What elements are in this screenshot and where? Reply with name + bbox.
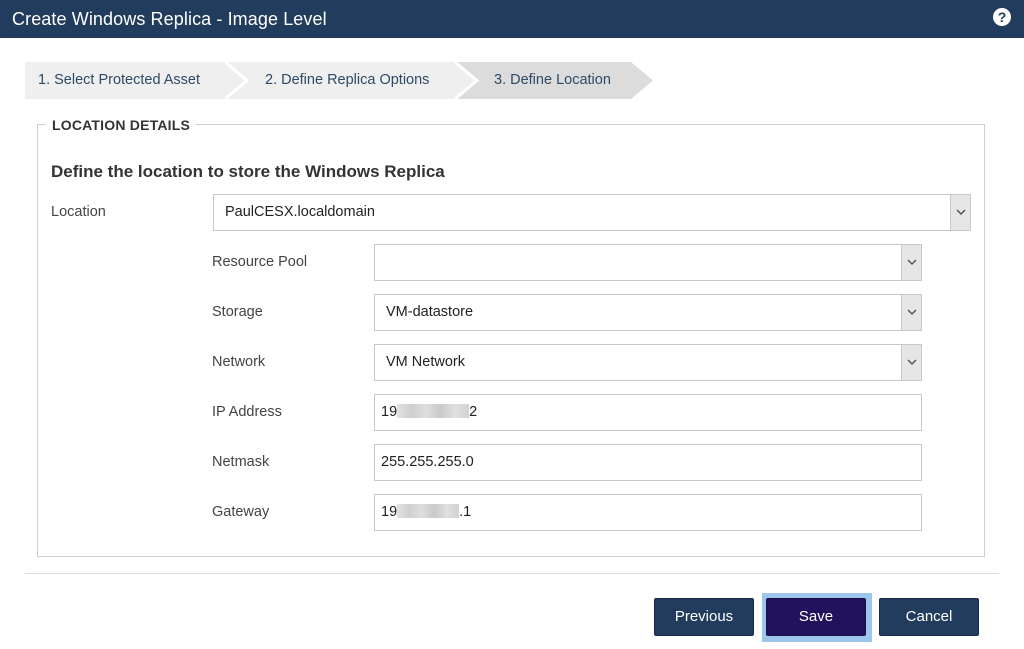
ip-address-input[interactable]: 19 2 [374,394,922,431]
chevron-down-icon[interactable] [901,245,921,280]
storage-label: Storage [212,304,263,320]
location-value: PaulCESX.localdomain [225,204,375,220]
wizard-step-label: 2. Define Replica Options [265,72,430,88]
wizard-step-label: 1. Select Protected Asset [38,72,201,88]
gateway-prefix: 19 [381,504,398,520]
location-select[interactable]: PaulCESX.localdomain [213,194,971,231]
gateway-suffix: .1 [459,504,472,520]
wizard-steps: 1. Select Protected Asset 2. Define Repl… [25,62,665,99]
resource-pool-select[interactable] [374,244,922,281]
save-button[interactable]: Save [766,598,866,636]
resource-pool-label: Resource Pool [212,254,308,270]
wizard-step-label: 3. Define Location [494,72,611,88]
ip-address-label: IP Address [212,404,282,420]
gateway-input[interactable]: 19.1 [374,494,922,531]
gateway-value: 19.1 [381,504,471,520]
storage-select[interactable]: VM-datastore [374,294,922,331]
redacted-region [397,504,460,519]
save-button-focus-ring: Save [762,593,872,642]
gateway-label: Gateway [212,504,270,520]
ip-address-suffix: 2 [469,404,478,420]
ip-address-prefix: 19 [381,404,398,420]
netmask-value: 255.255.255.0 [381,454,474,470]
netmask-input[interactable]: 255.255.255.0 [374,444,922,481]
network-value: VM Network [386,354,465,370]
footer-divider [25,573,999,574]
window-title: Create Windows Replica - Image Level [12,9,327,29]
svg-text:?: ? [998,9,1007,25]
section-heading: Define the location to store the Windows… [51,162,445,181]
question-circle-icon[interactable]: ? [992,7,1012,27]
cancel-button[interactable]: Cancel [879,598,979,636]
redacted-region [397,404,470,419]
chevron-down-icon[interactable] [950,195,970,230]
chevron-down-icon[interactable] [901,345,921,380]
previous-button[interactable]: Previous [654,598,754,636]
title-bar: Create Windows Replica - Image Level ? [0,0,1024,38]
storage-value: VM-datastore [386,304,474,320]
wizard-step-define-location[interactable]: 3. Define Location [455,62,655,99]
network-label: Network [212,354,266,370]
section-legend: LOCATION DETAILS [46,117,197,133]
wizard-step-select-protected-asset[interactable]: 1. Select Protected Asset [25,62,250,99]
network-select[interactable]: VM Network [374,344,922,381]
location-label: Location [51,204,106,220]
netmask-label: Netmask [212,454,270,470]
location-details-fieldset [37,124,985,557]
chevron-down-icon[interactable] [901,295,921,330]
wizard-step-define-replica-options[interactable]: 2. Define Replica Options [225,62,483,99]
ip-address-value: 19 2 [381,404,477,420]
